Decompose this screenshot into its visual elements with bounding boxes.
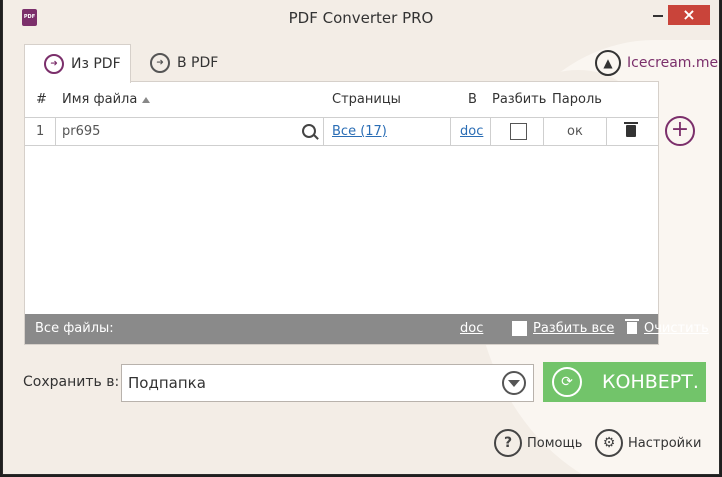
table-row[interactable]: 1 pr695 Все (17) doc ок	[25, 117, 658, 146]
refresh-icon: ⟳	[552, 367, 582, 397]
tab-from-pdf[interactable]: ➜ Из PDF	[24, 44, 131, 83]
icecream-link[interactable]: ▲ Icecream.me	[595, 48, 718, 78]
help-icon: ?	[494, 429, 522, 457]
settings-button[interactable]: ⚙ Настройки	[595, 428, 701, 458]
help-button[interactable]: ? Помощь	[494, 428, 582, 458]
row-password[interactable]: ок	[567, 118, 583, 145]
app-window: PDF PDF Converter PRO × ➜ Из PDF ➜ В PDF…	[3, 0, 719, 474]
minimize-button[interactable]	[653, 15, 663, 17]
help-label: Помощь	[527, 435, 583, 451]
window-title: PDF Converter PRO	[288, 9, 434, 27]
row-split-checkbox[interactable]	[510, 123, 527, 140]
column-divider	[543, 118, 544, 145]
tab-from-pdf-label: Из PDF	[71, 56, 121, 72]
header-split: Разбить	[492, 92, 547, 107]
save-location-value: Подпапка	[128, 374, 206, 392]
row-file-name: pr695	[62, 124, 101, 139]
close-button[interactable]: ×	[668, 5, 710, 25]
split-all-checkbox[interactable]	[512, 321, 527, 336]
header-number: #	[36, 92, 47, 107]
column-divider	[490, 118, 491, 145]
file-table-panel: # Имя файла Страницы В Разбить Пароль 1 …	[24, 81, 709, 345]
row-pages-link[interactable]: Все (17)	[332, 118, 387, 145]
header-format: В	[468, 92, 477, 107]
clear-link[interactable]: Очистить	[644, 314, 709, 344]
save-location-select[interactable]: Подпапка	[121, 364, 534, 402]
to-pdf-icon: ➜	[150, 53, 170, 73]
all-files-label: Все файлы:	[35, 321, 114, 336]
row-format-link[interactable]: doc	[460, 118, 483, 145]
column-divider	[323, 118, 324, 145]
column-divider	[606, 118, 607, 145]
from-pdf-icon: ➜	[44, 54, 64, 74]
sort-ascending-icon	[142, 96, 151, 103]
settings-label: Настройки	[628, 435, 702, 451]
all-files-format-link[interactable]: doc	[460, 314, 483, 344]
header-file-name-label: Имя файла	[62, 92, 138, 107]
header-file-name[interactable]: Имя файла	[62, 92, 151, 107]
icecream-logo-icon: ▲	[595, 50, 621, 76]
save-to-label: Сохранить в:	[23, 374, 120, 390]
convert-label: КОНВЕРТ.	[602, 371, 699, 393]
header-pages: Страницы	[332, 92, 401, 107]
add-file-button[interactable]: +	[665, 116, 695, 146]
clear-trash-icon[interactable]	[625, 319, 639, 334]
tab-to-pdf[interactable]: ➜ В PDF	[146, 44, 266, 82]
split-all-link[interactable]: Разбить все	[533, 314, 614, 344]
tab-to-pdf-label: В PDF	[177, 55, 219, 71]
gear-icon: ⚙	[595, 429, 623, 457]
trash-icon[interactable]	[624, 122, 638, 137]
brand-label: Icecream.me	[627, 55, 719, 71]
convert-button[interactable]: ⟳ КОНВЕРТ.	[543, 362, 706, 402]
title-bar: PDF PDF Converter PRO ×	[3, 0, 719, 34]
search-icon[interactable]	[302, 124, 316, 138]
table-footer: Все файлы: doc Разбить все Очистить	[25, 314, 709, 344]
header-password: Пароль	[552, 92, 602, 107]
chevron-down-icon[interactable]	[502, 371, 526, 395]
column-divider	[55, 118, 56, 145]
table-header: # Имя файла Страницы В Разбить Пароль	[25, 82, 658, 117]
column-divider	[450, 118, 451, 145]
row-number: 1	[36, 124, 45, 139]
